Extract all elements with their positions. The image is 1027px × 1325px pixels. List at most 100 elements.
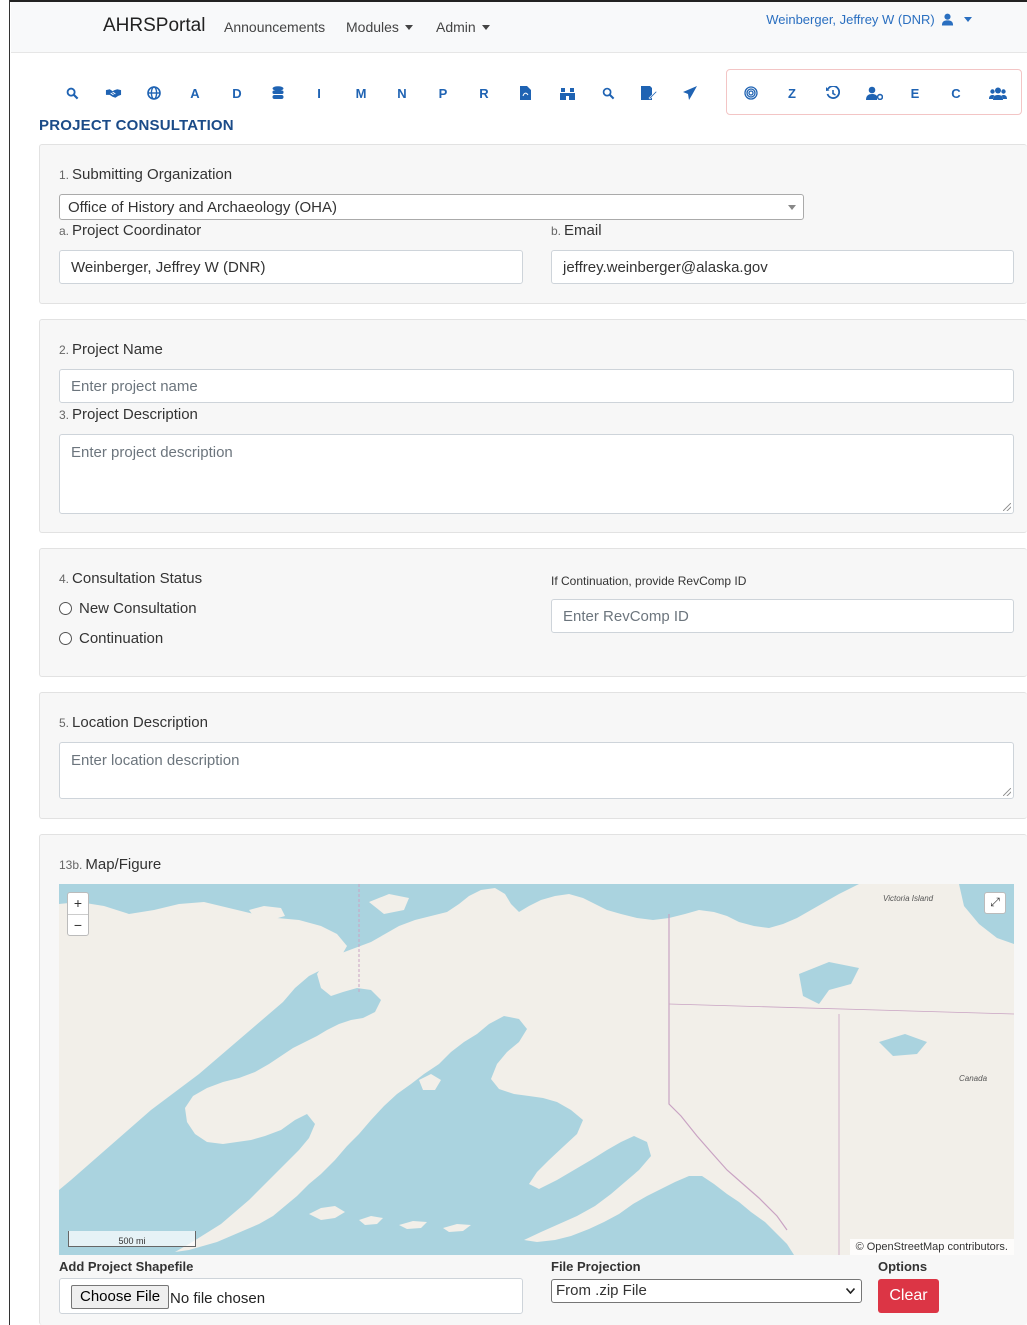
nav-modules-label: Modules [346,19,399,35]
search-icon[interactable] [57,76,87,110]
landmass-alaska-peninsula-islands [309,1206,471,1232]
caret-down-icon [964,17,972,22]
brand-logo[interactable]: AHRSPortal [103,15,205,37]
project-name-label: 2. Project Name [59,341,163,358]
window-left-edge [0,0,10,1325]
field-label: Project Description [72,406,198,423]
nav-admin-dropdown[interactable]: Admin [436,19,490,35]
toolbar-r-button[interactable]: R [469,76,499,110]
selected-org-value: Office of History and Archaeology (OHA) [68,199,338,216]
place-label-victoria-island: Victoria Island [883,894,934,903]
coordinator-field[interactable]: Weinberger, Jeffrey W (DNR) [59,250,523,284]
handshake-icon[interactable] [98,76,128,110]
search-detail-icon[interactable] [593,76,623,110]
map-view[interactable]: Victoria Island Canada + − ⤢ 500 mi © Op… [59,884,1014,1255]
caret-down-icon [481,25,490,30]
field-number: 2. [59,343,70,357]
top-navbar: AHRSPortal Announcements Modules Admin W… [11,2,1027,53]
project-name-input[interactable]: Enter project name [59,369,1014,403]
sign-document-icon[interactable] [634,76,664,110]
radio-circle-icon[interactable] [59,602,72,615]
map-figure-label: 13b. Map/Figure [59,856,161,873]
field-number: 4. [59,572,70,586]
user-menu-dropdown[interactable]: Weinberger, Jeffrey W (DNR) [766,12,972,27]
toolbar-e-button[interactable]: E [900,76,930,110]
place-label-canada: Canada [959,1074,988,1083]
toolbar-a-button[interactable]: A [180,76,210,110]
field-label: Submitting Organization [72,166,233,183]
map-zoom-control: + − [67,892,89,936]
shapefile-file-input[interactable]: Choose File No file chosen [59,1278,523,1314]
project-description-textarea[interactable]: Enter project description [59,434,1014,514]
toolbar-m-button[interactable]: M [346,76,376,110]
field-number: 1. [59,168,70,182]
chevron-down-icon [788,205,796,210]
globe-icon[interactable] [139,76,169,110]
resize-handle[interactable] [1003,503,1011,511]
toolbar-i-button[interactable]: I [304,76,334,110]
toolbar-z-button[interactable]: Z [777,76,807,110]
field-number: b. [551,224,562,238]
field-label: Project Name [72,341,163,358]
zoom-out-button[interactable]: − [68,915,88,936]
choose-file-button[interactable]: Choose File [71,1285,170,1309]
coordinator-label: a. Project Coordinator [59,222,201,239]
toolbar-p-button[interactable]: P [428,76,458,110]
user-name: Weinberger, Jeffrey W (DNR) [766,12,935,27]
toolbar-d-button[interactable]: D [222,76,252,110]
nav-modules-dropdown[interactable]: Modules [346,19,413,35]
revcomp-label: If Continuation, provide RevComp ID [551,574,747,588]
field-label: Map/Figure [85,856,162,873]
users-group-icon[interactable] [983,76,1013,110]
field-number: a. [59,224,70,238]
location-description-textarea[interactable]: Enter location description [59,742,1014,799]
nav-announcements[interactable]: Announcements [224,19,325,35]
field-label: Location Description [72,714,208,731]
fingerprint-icon[interactable] [736,76,766,110]
map-scale-bar: 500 mi [68,1231,196,1247]
history-icon[interactable] [818,76,848,110]
clear-button[interactable]: Clear [878,1279,939,1313]
chevron-down-icon [846,1288,855,1294]
email-field[interactable]: jeffrey.weinberger@alaska.gov [551,250,1014,284]
nav-admin-label: Admin [436,19,476,35]
map-basemap[interactable] [59,884,1014,1255]
radio-new-consultation[interactable]: New Consultation [59,600,197,617]
email-label: b. Email [551,222,602,239]
selected-projection-value: From .zip File [556,1282,647,1299]
nav-announcements-label: Announcements [224,19,326,35]
consultation-status-label: 4. Consultation Status [59,570,202,587]
file-projection-label: File Projection [551,1259,641,1274]
caret-down-icon [404,25,413,30]
textarea-placeholder: Enter project description [71,444,233,461]
page-title: PROJECT CONSULTATION [39,117,234,134]
send-icon[interactable] [675,76,705,110]
project-description-label: 3. Project Description [59,406,198,423]
toolbar-n-button[interactable]: N [387,76,417,110]
map-attribution[interactable]: © OpenStreetMap contributors. [849,1239,1014,1255]
fullscreen-icon[interactable]: ⤢ [984,892,1006,914]
field-label: Consultation Status [72,570,203,587]
user-icon [942,13,954,26]
database-icon[interactable] [263,76,293,110]
radio-circle-icon[interactable] [59,632,72,645]
pdf-file-icon[interactable] [510,76,540,110]
field-label: Email [564,222,602,239]
location-description-label: 5. Location Description [59,714,208,731]
field-number: 5. [59,716,70,730]
field-number: 3. [59,408,70,422]
binoculars-icon[interactable] [552,76,582,110]
landmass-arctic-island [369,894,409,914]
resize-handle[interactable] [1003,788,1011,796]
file-projection-select[interactable]: From .zip File [551,1279,862,1303]
radio-continuation[interactable]: Continuation [59,630,163,647]
field-label: Project Coordinator [72,222,202,239]
textarea-placeholder: Enter location description [71,752,240,769]
options-label: Options [878,1259,928,1274]
submitting-org-select[interactable]: Office of History and Archaeology (OHA) [59,194,804,220]
toolbar-c-button[interactable]: C [941,76,971,110]
user-settings-icon[interactable] [859,76,889,110]
revcomp-id-input[interactable]: Enter RevComp ID [551,599,1014,633]
file-status-text: No file chosen [170,1290,266,1307]
zoom-in-button[interactable]: + [68,893,88,915]
